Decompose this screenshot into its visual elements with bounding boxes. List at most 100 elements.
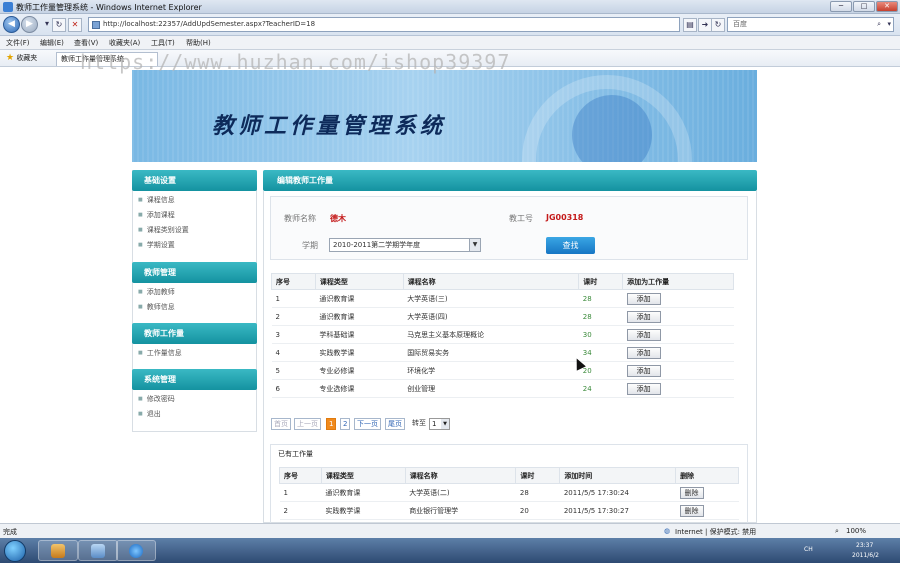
add-workload-button[interactable]: 添加: [626, 364, 661, 377]
compat-view-button[interactable]: ▤: [683, 18, 697, 32]
watermark: https://www.huzhan.com/ishop39397: [80, 50, 511, 74]
workload-row-action: 删除: [675, 501, 739, 520]
menu-help[interactable]: 帮助(H): [186, 38, 211, 48]
sidebar-section-system[interactable]: 系统管理: [132, 369, 257, 390]
sidebar-item-course-category[interactable]: 课程类别设置: [138, 225, 189, 235]
refresh-icon: ↻: [55, 20, 63, 29]
add-workload-button[interactable]: 添加: [626, 310, 661, 323]
sidebar-item-add-teacher[interactable]: 添加教师: [138, 287, 175, 297]
refresh-page-button[interactable]: ↻: [711, 18, 725, 32]
minimize-button[interactable]: ─: [830, 1, 852, 12]
course-row-index: 4: [271, 343, 316, 362]
start-button[interactable]: [4, 540, 26, 562]
col-header: 课时: [578, 273, 624, 290]
menu-edit[interactable]: 编辑(E): [40, 38, 64, 48]
clock-date[interactable]: 2011/6/2: [852, 552, 879, 559]
stop-button[interactable]: ✕: [68, 18, 82, 32]
course-row-hours: 34: [578, 343, 623, 362]
sidebar-item-workload-info[interactable]: 工作量信息: [138, 348, 182, 358]
chevron-down-icon: ▼: [469, 239, 480, 251]
stop-icon: ✕: [71, 20, 79, 29]
workload-row-action: 删除: [675, 483, 739, 502]
delete-workload-button[interactable]: 删除: [679, 504, 704, 517]
clock-time[interactable]: 23:37: [856, 542, 873, 549]
forward-button[interactable]: ▶: [21, 16, 38, 33]
pager-page-2[interactable]: 2: [340, 418, 351, 430]
document-icon: ▤: [686, 20, 694, 29]
window-title: 教师工作量管理系统 - Windows Internet Explorer: [16, 3, 202, 12]
search-text: 百度: [733, 20, 747, 28]
course-row-hours: 20: [578, 361, 623, 380]
ie-icon: [129, 544, 143, 558]
search-dropdown-icon[interactable]: ▾: [887, 18, 891, 31]
col-header: 添加时间: [559, 467, 677, 484]
course-row-name: 大学英语(四): [403, 307, 579, 326]
course-row-type: 实践教学课: [315, 343, 404, 362]
taskbar-app-2[interactable]: [78, 540, 118, 561]
arrow-left-icon: ◀: [8, 19, 15, 29]
url-text: http://localhost:22357/AddUpdSemester.as…: [103, 20, 316, 28]
ie-icon: [3, 2, 13, 12]
menu-favorites[interactable]: 收藏夹(A): [109, 38, 140, 48]
favorites-button[interactable]: ★ 收藏夹: [6, 53, 37, 63]
search-input[interactable]: 百度 ⌕ ▾: [727, 17, 894, 32]
refresh-icon: ↻: [714, 20, 722, 29]
semester-select[interactable]: 2010-2011第二学期学年度 ▼: [329, 238, 481, 252]
url-input[interactable]: http://localhost:22357/AddUpdSemester.as…: [88, 17, 680, 32]
chevron-down-icon: ▼: [441, 419, 449, 429]
refresh-button[interactable]: ↻: [52, 18, 66, 32]
pager-next[interactable]: 下一页: [354, 418, 381, 430]
menu-tools[interactable]: 工具(T): [151, 38, 175, 48]
go-arrow-icon: ➜: [701, 20, 709, 29]
sidebar-item-add-course[interactable]: 添加课程: [138, 210, 175, 220]
pager-first[interactable]: 首页: [271, 418, 291, 430]
pager-last[interactable]: 尾页: [385, 418, 405, 430]
taskbar-app-1[interactable]: [38, 540, 78, 561]
add-workload-button[interactable]: 添加: [626, 292, 661, 305]
existing-workload-body: 1 通识教育课 大学英语(二) 28 2011/5/5 17:30:24 删除 2 实践教学课…: [279, 483, 739, 520]
pager-prev[interactable]: 上一页: [294, 418, 321, 430]
maximize-button[interactable]: □: [853, 1, 875, 12]
close-button[interactable]: ✕: [876, 1, 898, 12]
sidebar-section-basic[interactable]: 基础设置: [132, 170, 257, 191]
sidebar-item-logout[interactable]: 退出: [138, 409, 161, 419]
delete-workload-button[interactable]: 删除: [679, 486, 704, 499]
status-text: 完成: [3, 528, 17, 536]
page-icon: [92, 21, 100, 29]
go-button[interactable]: ➜: [698, 18, 712, 32]
site-banner: 教师工作量管理系统: [132, 70, 757, 162]
menu-view[interactable]: 查看(V): [74, 38, 98, 48]
add-workload-button[interactable]: 添加: [626, 346, 661, 359]
add-workload-button[interactable]: 添加: [626, 382, 661, 395]
add-workload-button[interactable]: 添加: [626, 328, 661, 341]
course-row-hours: 30: [578, 325, 623, 344]
col-header: 添加为工作量: [622, 273, 734, 290]
sidebar-section-teacher[interactable]: 教师管理: [132, 262, 257, 283]
search-icon[interactable]: ⌕: [877, 18, 881, 31]
taskbar-app-ie[interactable]: [116, 540, 156, 561]
sidebar-item-course-info[interactable]: 课程信息: [138, 195, 175, 205]
table-row: 3 学科基础课 马克思主义基本原理概论 30 添加: [271, 325, 734, 344]
teacher-id-label: 教工号: [509, 214, 533, 223]
arrow-right-icon: ▶: [26, 19, 33, 29]
zoom-icon[interactable]: ⌕: [835, 527, 839, 536]
table-row: 4 实践教学课 国际贸易实务 34 添加: [271, 343, 734, 362]
course-row-type: 专业必修课: [315, 361, 404, 380]
sidebar-section-workload[interactable]: 教师工作量: [132, 323, 257, 344]
zoom-level[interactable]: 100%: [846, 527, 866, 535]
pager-goto-value: 1: [432, 420, 437, 428]
teacher-name-value: 德木: [330, 214, 346, 223]
course-table-body: 1 通识教育课 大学英语(三) 28 添加 2 通识教育课 大学英语(四) 28 添加 3 学科基础课…: [271, 289, 734, 398]
sidebar-item-teacher-info[interactable]: 教师信息: [138, 302, 175, 312]
find-button[interactable]: 查找: [546, 237, 595, 254]
language-indicator[interactable]: CH: [804, 546, 813, 553]
course-row-type: 通识教育课: [315, 307, 404, 326]
sidebar-item-change-password[interactable]: 修改密码: [138, 394, 175, 404]
back-button[interactable]: ◀: [3, 16, 20, 33]
menu-file[interactable]: 文件(F): [6, 38, 30, 48]
course-row-action: 添加: [622, 343, 734, 362]
pager-page-1[interactable]: 1: [326, 418, 337, 430]
sidebar-item-semester[interactable]: 学期设置: [138, 240, 175, 250]
existing-workload-title: 已有工作量: [278, 450, 313, 458]
pager-goto-select[interactable]: 1 ▼: [429, 418, 450, 430]
